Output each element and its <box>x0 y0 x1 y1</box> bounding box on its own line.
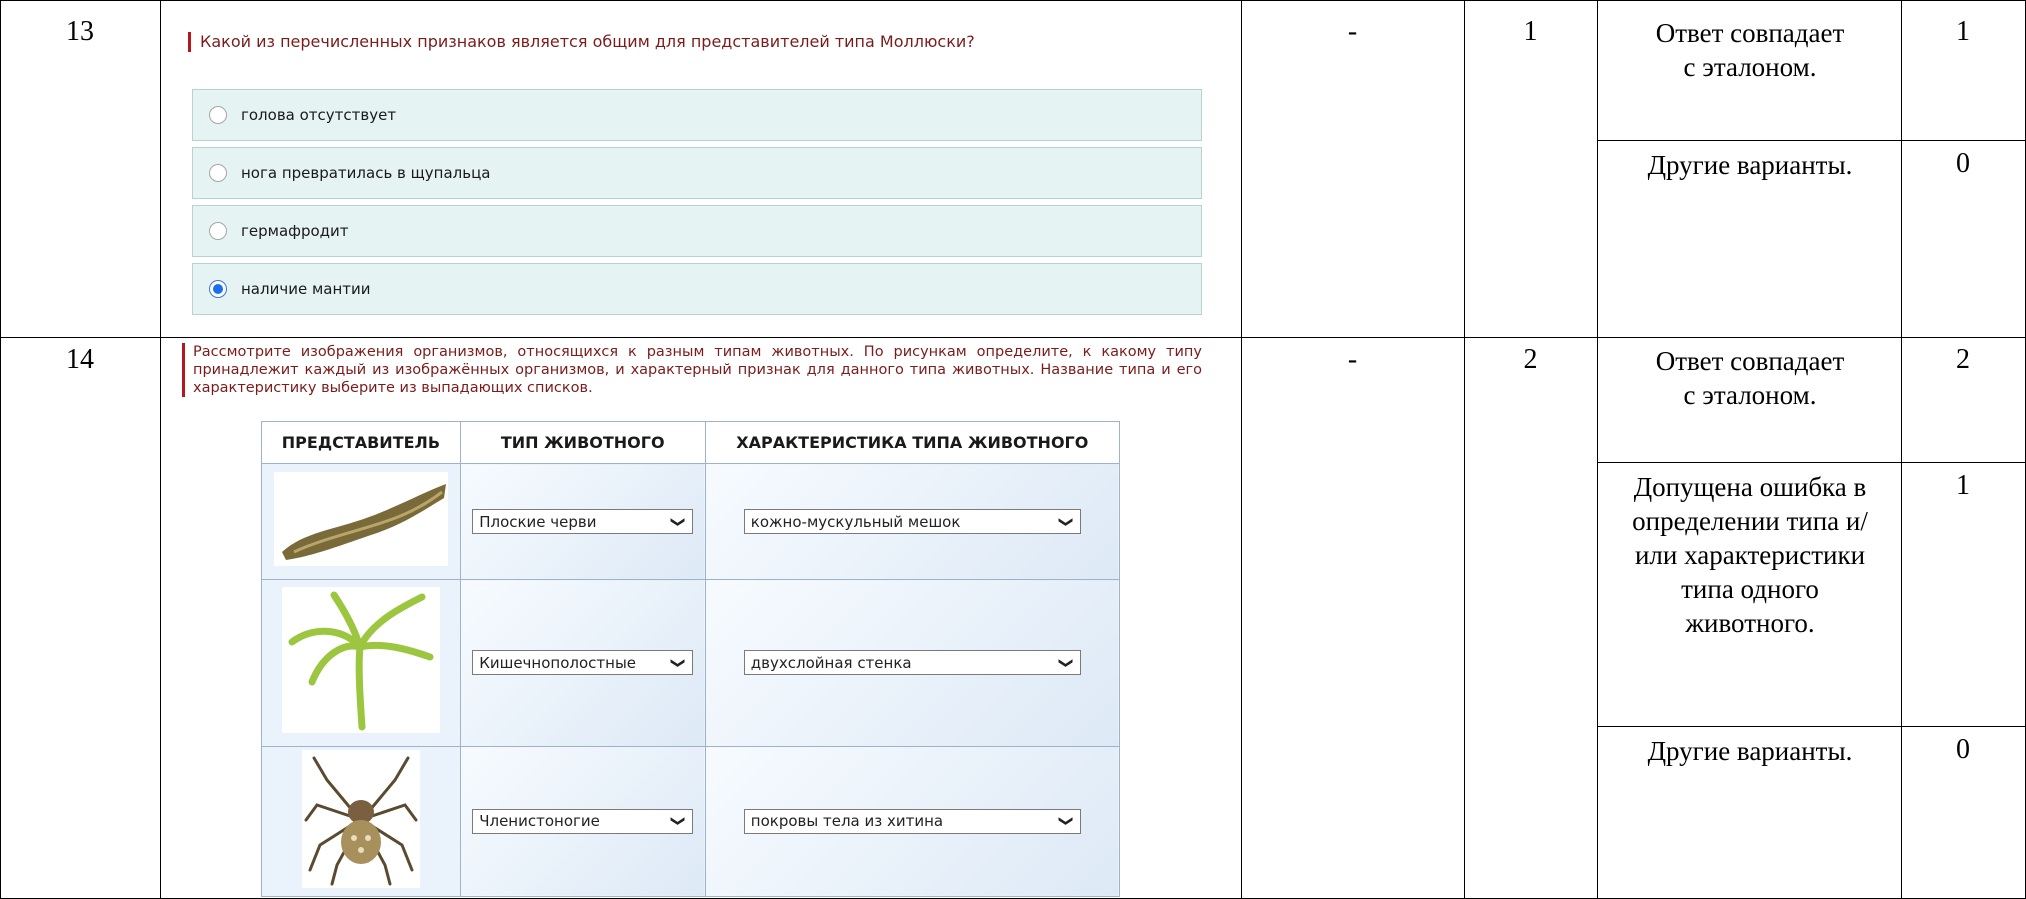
chevron-down-icon: ❯ <box>670 815 687 828</box>
criterion-text: Другие варианты. <box>1647 736 1853 766</box>
type-cell: Кишечнополостные ❯ <box>459 579 706 747</box>
table-row: Плоские черви ❯ кожно-мускульный мешок ❯ <box>261 462 1121 581</box>
answer-option-label: гермафродит <box>241 222 349 240</box>
criterion-text: Ответ совпадает с эталоном. <box>1655 18 1845 82</box>
criterion-text: Допущена ошибка в определении типа и/или… <box>1632 472 1868 638</box>
answer-option-label: нога превратилась в щупальца <box>241 164 491 182</box>
chevron-down-icon: ❯ <box>1057 815 1074 828</box>
grading-table: 13 - 1 Ответ совпадает с эталоном. 1 Дру… <box>0 0 2026 899</box>
chevron-down-icon: ❯ <box>670 657 687 669</box>
chevron-down-icon: ❯ <box>1057 657 1074 669</box>
feature-select-value: двухслойная стенка <box>750 653 912 672</box>
criterion-score: 0 <box>1956 148 1970 179</box>
answer-option-label: наличие мантии <box>241 280 371 298</box>
feature-cell: покровы тела из хитина ❯ <box>704 745 1121 898</box>
feature-cell: кожно-мускульный мешок ❯ <box>704 462 1121 581</box>
criterion-score: 1 <box>1956 16 1970 47</box>
grid-line <box>1597 726 2026 727</box>
answer-option[interactable]: нога превратилась в щупальца <box>192 147 1202 199</box>
feature-select[interactable]: покровы тела из хитина ❯ <box>743 808 1081 834</box>
type-cell: Плоские черви ❯ <box>459 462 706 581</box>
task-number: 13 <box>66 16 94 47</box>
grid-line <box>160 0 161 899</box>
column-header: ХАРАКТЕРИСТИКА ТИПА ЖИВОТНОГО <box>704 421 1121 464</box>
feature-select-value: покровы тела из хитина <box>750 812 944 831</box>
representative-cell <box>261 745 461 898</box>
question-13-text: Какой из перечисленных признаков являетс… <box>188 32 975 52</box>
question-13-widget: Какой из перечисленных признаков являетс… <box>162 10 1218 336</box>
criterion-score: 1 <box>1956 470 1970 501</box>
max-score: 2 <box>1523 344 1538 375</box>
answer-option[interactable]: гермафродит <box>192 205 1202 257</box>
grid-line <box>1464 0 1465 899</box>
feature-select[interactable]: кожно-мускульный мешок ❯ <box>743 509 1081 535</box>
criterion-score: 0 <box>1956 734 1970 765</box>
radio-button-icon[interactable] <box>209 222 227 240</box>
table-row: Членистоногие ❯ покровы тела из хитина ❯ <box>261 745 1121 898</box>
flatworm-image <box>273 472 448 567</box>
answer-option[interactable]: голова отсутствует <box>192 89 1202 141</box>
max-score: 1 <box>1523 16 1538 47</box>
representative-cell <box>261 579 461 747</box>
type-select[interactable]: Членистоногие ❯ <box>472 808 694 834</box>
criterion-score: 2 <box>1956 344 1970 375</box>
feature-select-value: кожно-мускульный мешок <box>750 512 961 531</box>
radio-button-icon[interactable] <box>209 106 227 124</box>
answer-option-selected[interactable]: наличие мантии <box>192 263 1202 315</box>
task-number: 14 <box>66 344 94 375</box>
grid-line <box>0 0 2026 1</box>
table-row: Кишечнополостные ❯ двухслойная стенка ❯ <box>261 579 1121 747</box>
criterion-text: Другие варианты. <box>1647 150 1853 180</box>
question-14-text: Рассмотрите изображения организмов, отно… <box>182 343 1202 397</box>
column-header: ТИП ЖИВОТНОГО <box>459 421 706 464</box>
radio-button-checked-icon[interactable] <box>209 280 227 298</box>
type-select[interactable]: Плоские черви ❯ <box>472 509 694 535</box>
type-select-value: Членистоногие <box>479 812 600 831</box>
radio-button-icon[interactable] <box>209 164 227 182</box>
chevron-down-icon: ❯ <box>1057 515 1074 528</box>
type-select-value: Кишечнополостные <box>479 653 637 672</box>
column-header: ПРЕДСТАВИТЕЛЬ <box>261 421 461 464</box>
chevron-down-icon: ❯ <box>670 515 687 528</box>
answer-cell: - <box>1347 344 1358 375</box>
feature-cell: двухслойная стенка ❯ <box>704 579 1121 747</box>
grid-line <box>1597 140 2026 141</box>
spider-image <box>301 749 420 888</box>
type-cell: Членистоногие ❯ <box>459 745 706 898</box>
type-select-value: Плоские черви <box>479 512 597 531</box>
answer-option-label: голова отсутствует <box>241 106 397 124</box>
type-select[interactable]: Кишечнополостные ❯ <box>472 650 694 676</box>
representative-cell <box>261 462 461 581</box>
organisms-table: ПРЕДСТАВИТЕЛЬ ТИП ЖИВОТНОГО ХАРАКТЕРИСТИ… <box>261 421 1121 898</box>
criterion-text: Ответ совпадает с эталоном. <box>1655 346 1845 410</box>
grid-line <box>1597 0 1598 899</box>
hydra-image <box>281 587 440 734</box>
grid-line <box>0 337 2026 338</box>
grid-line <box>0 0 1 899</box>
grid-line <box>1597 462 2026 463</box>
answer-cell: - <box>1347 16 1358 47</box>
grid-line <box>1241 0 1242 899</box>
feature-select[interactable]: двухслойная стенка ❯ <box>743 650 1081 676</box>
